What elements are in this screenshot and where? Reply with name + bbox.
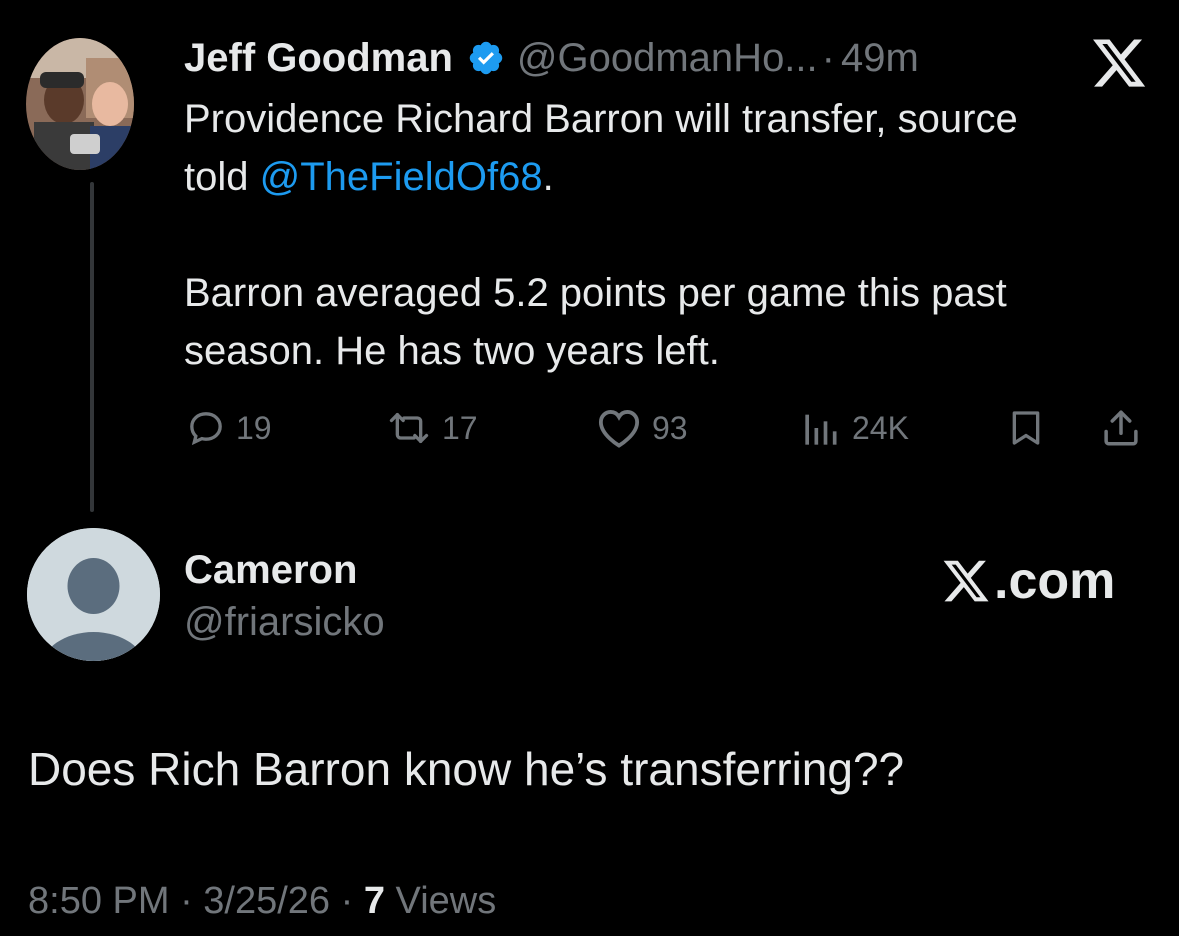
verified-badge-icon: [469, 41, 503, 75]
tweet-text-line: Barron averaged 5.2 points per game this…: [184, 271, 1007, 315]
default-avatar-icon: [27, 528, 160, 661]
brand-domain-text: .com: [994, 552, 1116, 610]
reply-views-label: Views: [384, 880, 497, 922]
reply-author-name[interactable]: Cameron: [184, 548, 357, 593]
tweet-text-fragment: .: [542, 155, 554, 199]
mention-link[interactable]: @TheFieldOf68: [260, 155, 543, 199]
reply-author-handle[interactable]: @friarsicko: [184, 600, 385, 645]
tweet-header: Jeff Goodman @GoodmanHo... · 49m: [184, 32, 919, 84]
x-logo-icon: [1093, 39, 1146, 87]
repost-icon: [389, 413, 429, 443]
share-button[interactable]: [1100, 400, 1142, 456]
x-logo-icon: [943, 560, 989, 602]
author-avatar[interactable]: [26, 38, 134, 170]
tweet-text-fragment: told: [184, 155, 260, 199]
reply-body: Does Rich Barron know he’s transferring?…: [28, 743, 905, 795]
author-name[interactable]: Jeff Goodman: [184, 36, 453, 81]
reply-footer: 8:50 PM · 3/25/26 · 7 Views: [28, 880, 496, 923]
repost-button[interactable]: 17: [386, 400, 478, 456]
analytics-icon: [805, 414, 837, 445]
x-com-brand: .com: [940, 552, 1115, 610]
tweet-text-line: season. He has two years left.: [184, 329, 720, 373]
tweet-text-line: told @TheFieldOf68.: [184, 148, 1144, 206]
repost-count: 17: [442, 409, 478, 446]
heart-icon: [598, 410, 640, 448]
reply-icon: [190, 412, 222, 446]
thread-connector-line: [90, 182, 94, 512]
tweet-text-line: Providence Richard Barron will transfer,…: [184, 97, 1018, 141]
like-button[interactable]: 93: [596, 400, 688, 456]
author-handle[interactable]: @GoodmanHo...: [517, 36, 818, 81]
reply-count: 19: [236, 409, 272, 446]
reply-views-count: 7: [363, 880, 385, 922]
reply-timestamp[interactable]: 8:50 PM · 3/25/26 ·: [28, 880, 364, 922]
tweet-body: Providence Richard Barron will transfer,…: [184, 90, 1144, 380]
views-count: 24K: [852, 409, 909, 446]
separator-dot: ·: [821, 35, 835, 80]
reply-author-avatar[interactable]: [27, 528, 160, 661]
bookmark-icon: [1012, 411, 1040, 445]
tweet-time[interactable]: 49m: [841, 36, 919, 81]
profile-photo: [26, 38, 134, 170]
share-icon: [1104, 410, 1138, 446]
like-count: 93: [652, 409, 688, 446]
reply-button[interactable]: 19: [186, 400, 272, 456]
views-button[interactable]: 24K: [802, 400, 909, 456]
bookmark-button[interactable]: [1006, 400, 1046, 456]
